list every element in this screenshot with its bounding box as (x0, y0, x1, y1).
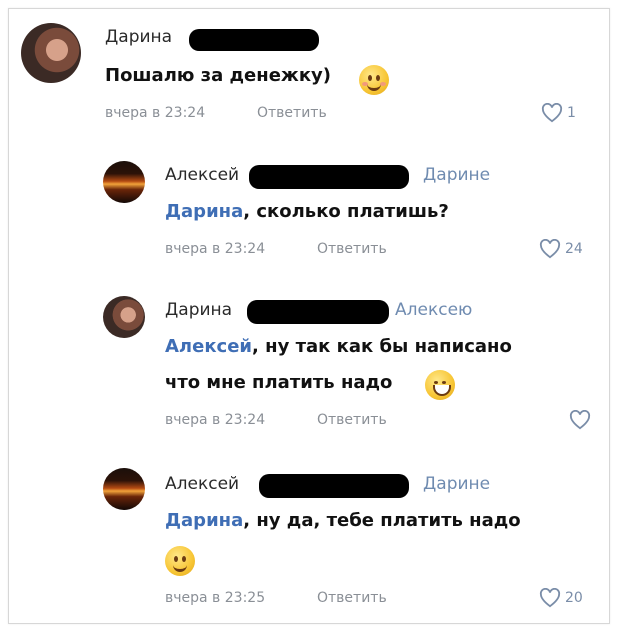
comment-author[interactable]: Дарина (105, 27, 172, 47)
comment-author[interactable]: Дарина (165, 300, 232, 320)
like-count: 24 (565, 241, 583, 257)
heart-icon (541, 103, 563, 123)
reply-to[interactable]: Алексею (395, 300, 472, 320)
reply-button[interactable]: Ответить (317, 241, 387, 257)
heart-icon (569, 410, 591, 430)
reply-button[interactable]: Ответить (317, 412, 387, 428)
comment-body-2: что мне платить надо (165, 372, 393, 393)
comment-body: , ну да, тебе платить надо (243, 510, 521, 531)
mention-link[interactable]: Дарина (165, 510, 243, 531)
like-button[interactable]: 24 (539, 239, 583, 259)
comments-card: Дарина Пошалю за денежку) вчера в 23:24 … (8, 8, 610, 624)
comment-body: Пошалю за денежку) (105, 65, 331, 86)
redaction (189, 29, 319, 51)
mention-link[interactable]: Дарина (165, 201, 243, 222)
comment-1: Дарина Пошалю за денежку) вчера в 23:24 … (9, 9, 609, 139)
comment-time[interactable]: вчера в 23:25 (165, 590, 265, 606)
comment-time[interactable]: вчера в 23:24 (105, 105, 205, 121)
comment-text-line-2: что мне платить надо (165, 372, 392, 393)
like-count: 20 (565, 590, 583, 606)
avatar[interactable] (103, 468, 145, 510)
like-count: 1 (567, 105, 576, 121)
comment-body: , сколько платишь? (243, 201, 449, 222)
comment-author[interactable]: Алексей (165, 474, 239, 494)
like-button[interactable]: 20 (539, 588, 583, 608)
like-button[interactable] (569, 410, 595, 430)
comment-text: Пошалю за денежку) (105, 65, 331, 86)
avatar[interactable] (103, 296, 145, 338)
avatar[interactable] (21, 23, 81, 83)
avatar[interactable] (103, 161, 145, 203)
comment-text: Дарина, сколько платишь? (165, 201, 449, 222)
redaction (259, 474, 409, 498)
reply-button[interactable]: Ответить (257, 105, 327, 121)
comment-text: Дарина, ну да, тебе платить надо (165, 510, 521, 531)
comment-2: Алексей Дарине Дарина, сколько платишь? … (9, 149, 609, 279)
blushing-smile-emoji-icon (359, 65, 389, 95)
heart-icon (539, 588, 561, 608)
comment-4: Алексей Дарине Дарина, ну да, тебе плати… (9, 454, 609, 619)
redaction (249, 165, 409, 189)
comment-body: , ну так как бы написано (252, 336, 512, 357)
redaction (247, 300, 389, 324)
comment-text: Алексей, ну так как бы написано (165, 336, 512, 357)
mention-link[interactable]: Алексей (165, 336, 252, 357)
comment-time[interactable]: вчера в 23:24 (165, 241, 265, 257)
reply-button[interactable]: Ответить (317, 590, 387, 606)
comment-time[interactable]: вчера в 23:24 (165, 412, 265, 428)
grin-emoji-icon (425, 370, 455, 400)
reply-to[interactable]: Дарине (423, 165, 490, 185)
smile-emoji-icon (165, 546, 195, 576)
reply-to[interactable]: Дарине (423, 474, 490, 494)
like-button[interactable]: 1 (541, 103, 576, 123)
comment-author[interactable]: Алексей (165, 165, 239, 185)
heart-icon (539, 239, 561, 259)
comment-3: Дарина Алексею Алексей, ну так как бы на… (9, 284, 609, 444)
